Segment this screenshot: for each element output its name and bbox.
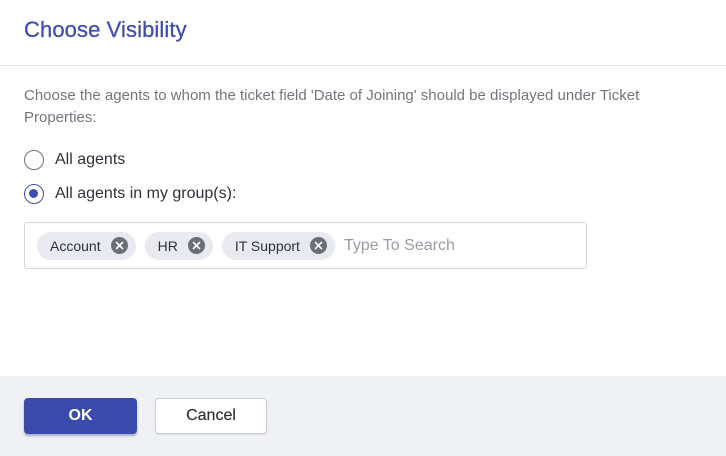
close-circle-icon[interactable] <box>309 237 327 254</box>
group-selector-input[interactable]: Account HR IT Support <box>24 222 587 269</box>
dialog-body: Choose the agents to whom the ticket fie… <box>0 66 726 269</box>
dialog-header: Choose Visibility <box>0 0 726 66</box>
radio-label-all-agents: All agents <box>55 151 126 168</box>
group-tag-label: IT Support <box>234 237 300 254</box>
close-circle-icon[interactable] <box>187 237 205 254</box>
radio-button-my-groups[interactable] <box>24 184 44 204</box>
radio-option-all-agents[interactable]: All agents <box>24 148 702 172</box>
group-tag-label: Account <box>50 237 101 254</box>
dialog-footer: OK Cancel <box>0 376 726 456</box>
ok-button[interactable]: OK <box>24 398 137 434</box>
close-circle-icon[interactable] <box>110 237 128 254</box>
group-tag-it-support: IT Support <box>221 231 335 260</box>
group-tag-account: Account <box>37 231 136 260</box>
group-search-input[interactable] <box>343 236 586 255</box>
radio-label-my-groups: All agents in my group(s): <box>55 185 237 202</box>
dialog-title: Choose Visibility <box>24 17 187 42</box>
radio-option-my-groups[interactable]: All agents in my group(s): <box>24 182 702 206</box>
cancel-button[interactable]: Cancel <box>155 398 267 434</box>
visibility-radio-group: All agents All agents in my group(s): <box>24 148 702 206</box>
radio-selected-dot <box>29 189 38 198</box>
radio-button-all-agents[interactable] <box>24 150 44 170</box>
choose-visibility-dialog: Choose Visibility Choose the agents to w… <box>0 0 726 456</box>
group-tag-label: HR <box>157 237 178 254</box>
dialog-description: Choose the agents to whom the ticket fie… <box>24 87 640 126</box>
group-tag-hr: HR <box>144 231 213 260</box>
